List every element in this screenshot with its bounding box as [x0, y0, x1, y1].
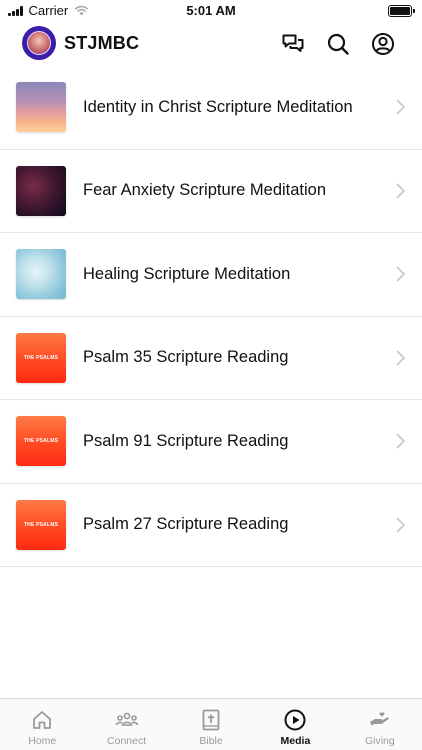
- tab-connect[interactable]: Connect: [84, 699, 168, 750]
- tab-label: Connect: [107, 735, 147, 747]
- item-title: Identity in Christ Scripture Meditation: [83, 97, 353, 116]
- status-time: 5:01 AM: [186, 3, 236, 18]
- thumbnail-psalms: THE PSALMS: [16, 332, 66, 383]
- item-title: Psalm 27 Scripture Reading: [83, 515, 289, 534]
- tab-label: Home: [28, 735, 57, 747]
- media-list: Identity in Christ Scripture Meditation …: [0, 66, 422, 567]
- list-item[interactable]: Identity in Christ Scripture Meditation: [0, 66, 422, 150]
- chevron-right-icon: [396, 517, 406, 533]
- brand-title: STJMBC: [64, 33, 140, 53]
- play-icon: [284, 709, 306, 731]
- app-header: STJMBC: [0, 24, 422, 64]
- tab-media[interactable]: Media: [253, 699, 337, 750]
- tab-label: Media: [280, 735, 311, 747]
- chevron-right-icon: [396, 99, 406, 115]
- chat-icon[interactable]: [280, 31, 306, 57]
- search-icon[interactable]: [325, 31, 351, 57]
- chevron-right-icon: [396, 266, 406, 282]
- chevron-right-icon: [396, 183, 406, 199]
- thumbnail-label: THE PSALMS: [23, 521, 59, 528]
- church-logo[interactable]: [22, 26, 56, 60]
- tab-giving[interactable]: Giving: [338, 699, 422, 750]
- list-item[interactable]: THE PSALMS Psalm 27 Scripture Reading: [0, 484, 422, 567]
- account-icon[interactable]: [370, 31, 396, 57]
- tab-label: Giving: [364, 735, 395, 747]
- chevron-right-icon: [396, 350, 406, 366]
- thumbnail-label: THE PSALMS: [23, 438, 59, 445]
- item-title: Healing Scripture Meditation: [83, 264, 291, 283]
- thumbnail-clouds: [16, 249, 66, 300]
- tab-label: Bible: [199, 735, 223, 747]
- list-item[interactable]: Fear Anxiety Scripture Meditation: [0, 150, 422, 233]
- item-title: Fear Anxiety Scripture Meditation: [83, 181, 327, 200]
- thumbnail-night-sky: [16, 165, 66, 216]
- thumbnail-label: THE PSALMS: [23, 354, 59, 361]
- thumbnail-psalms: THE PSALMS: [16, 499, 66, 550]
- chevron-right-icon: [396, 433, 406, 449]
- battery-icon: [388, 5, 415, 17]
- bottom-tab-bar: Home Connect Bible Media Giving: [0, 698, 422, 750]
- thumbnail-sunset: [16, 82, 66, 133]
- thumbnail-psalms: THE PSALMS: [16, 416, 66, 467]
- status-bar: Carrier 5:01 AM: [0, 0, 422, 22]
- tab-home[interactable]: Home: [0, 699, 84, 750]
- list-item[interactable]: Healing Scripture Meditation: [0, 233, 422, 317]
- people-icon: [115, 712, 138, 726]
- giving-hand-icon: [369, 712, 389, 726]
- item-title: Psalm 91 Scripture Reading: [83, 431, 289, 450]
- home-icon: [33, 711, 52, 729]
- tab-bible[interactable]: Bible: [169, 699, 253, 750]
- list-item[interactable]: THE PSALMS Psalm 91 Scripture Reading: [0, 400, 422, 484]
- bible-icon: [202, 709, 220, 731]
- item-title: Psalm 35 Scripture Reading: [83, 348, 289, 367]
- list-item[interactable]: THE PSALMS Psalm 35 Scripture Reading: [0, 317, 422, 400]
